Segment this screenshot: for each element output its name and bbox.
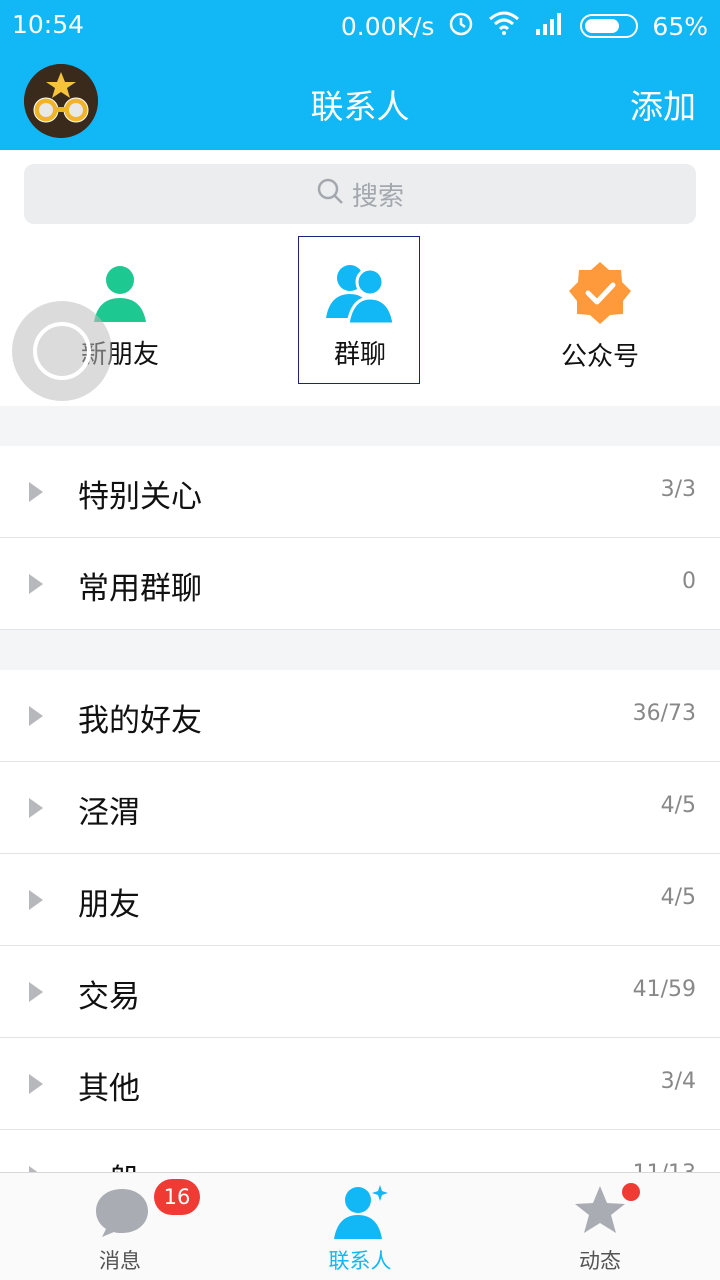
search-input[interactable]: 搜索 [24,164,696,224]
group-name: 交易 [78,979,140,1015]
message-bubble-icon [96,1189,148,1237]
tab-contacts-label: 联系人 [328,1249,392,1273]
expand-arrow-icon [29,890,43,910]
official-accounts-button[interactable]: 公众号 [520,260,680,373]
group-name: 我的好友 [78,703,202,739]
group-name: 常用群聊 [78,571,202,607]
page-title: 联系人 [310,87,410,126]
group-row[interactable]: 我的好友 36/73 [0,670,720,762]
expand-arrow-icon [29,798,43,818]
section-divider [0,630,720,670]
group-row[interactable]: 泾渭 4/5 [0,762,720,854]
group-count: 0 [682,569,696,594]
group-count: 3/3 [660,477,696,502]
group-row[interactable]: 其他 3/4 [0,1038,720,1130]
search-icon [316,177,344,212]
group-count: 3/4 [660,1069,696,1094]
tab-messages[interactable]: 16 消息 [40,1173,200,1280]
group-chat-icon [326,265,396,324]
quick-actions: 新朋友 群聊 公众号 [0,236,720,406]
group-name: 泾渭 [78,795,140,831]
star-icon [575,1186,625,1233]
expand-arrow-icon [29,1074,43,1094]
official-accounts-label: 公众号 [560,342,639,372]
tab-moments-label: 动态 [579,1249,621,1273]
group-count: 11/13 [633,1161,696,1172]
group-name: 特别关心 [78,479,202,515]
group-chat-label: 群聊 [333,340,386,370]
contacts-content: 搜索 新朋友 群聊 公众号 特别关心 3/3 常用群聊 0 我的好友 36/73… [0,150,720,1172]
alarm-icon [448,10,474,42]
official-account-icon [569,262,631,324]
group-count: 4/5 [660,793,696,818]
group-name: 其他 [78,1071,140,1107]
tab-moments[interactable]: 动态 [520,1173,680,1280]
group-name: 朋友 [78,887,140,923]
floating-assistive-button[interactable] [12,301,112,401]
group-count: 4/5 [660,885,696,910]
tab-messages-label: 消息 [99,1249,141,1273]
group-row[interactable]: 朋友 4/5 [0,854,720,946]
group-row[interactable]: 交易 41/59 [0,946,720,1038]
expand-arrow-icon [29,574,43,594]
unread-badge: 16 [154,1179,200,1215]
expand-arrow-icon [29,482,43,502]
bottom-tab-bar: 16 消息 联系人 动态 [0,1172,720,1280]
expand-arrow-icon [29,706,43,726]
tab-contacts[interactable]: 联系人 [280,1173,440,1280]
battery-icon [580,14,639,38]
new-friend-icon [94,266,146,322]
search-placeholder: 搜索 [351,181,404,212]
group-row[interactable]: 一般 11/13 [0,1130,720,1172]
group-name: 一般 [78,1155,140,1172]
group-count: 41/59 [632,977,696,1002]
group-row[interactable]: 特别关心 3/3 [0,446,720,538]
status-right: 0.00K/s 65% [341,10,708,42]
status-time: 10:54 [12,10,85,39]
battery-level: 65% [652,11,708,41]
expand-arrow-icon [29,982,43,1002]
add-button[interactable]: 添加 [630,80,696,128]
group-row[interactable]: 常用群聊 0 [0,538,720,630]
group-count: 36/73 [632,701,696,726]
top-bar: 10:54 0.00K/s 65% 联系人 添加 [0,0,720,150]
section-divider [0,406,720,446]
wifi-icon [488,11,520,41]
signal-icon [534,11,566,41]
new-activity-dot [622,1183,640,1201]
status-bar: 10:54 0.00K/s 65% [0,0,720,52]
contacts-icon [334,1185,388,1239]
network-speed: 0.00K/s [340,11,435,41]
group-chat-button[interactable]: 群聊 [280,260,440,371]
